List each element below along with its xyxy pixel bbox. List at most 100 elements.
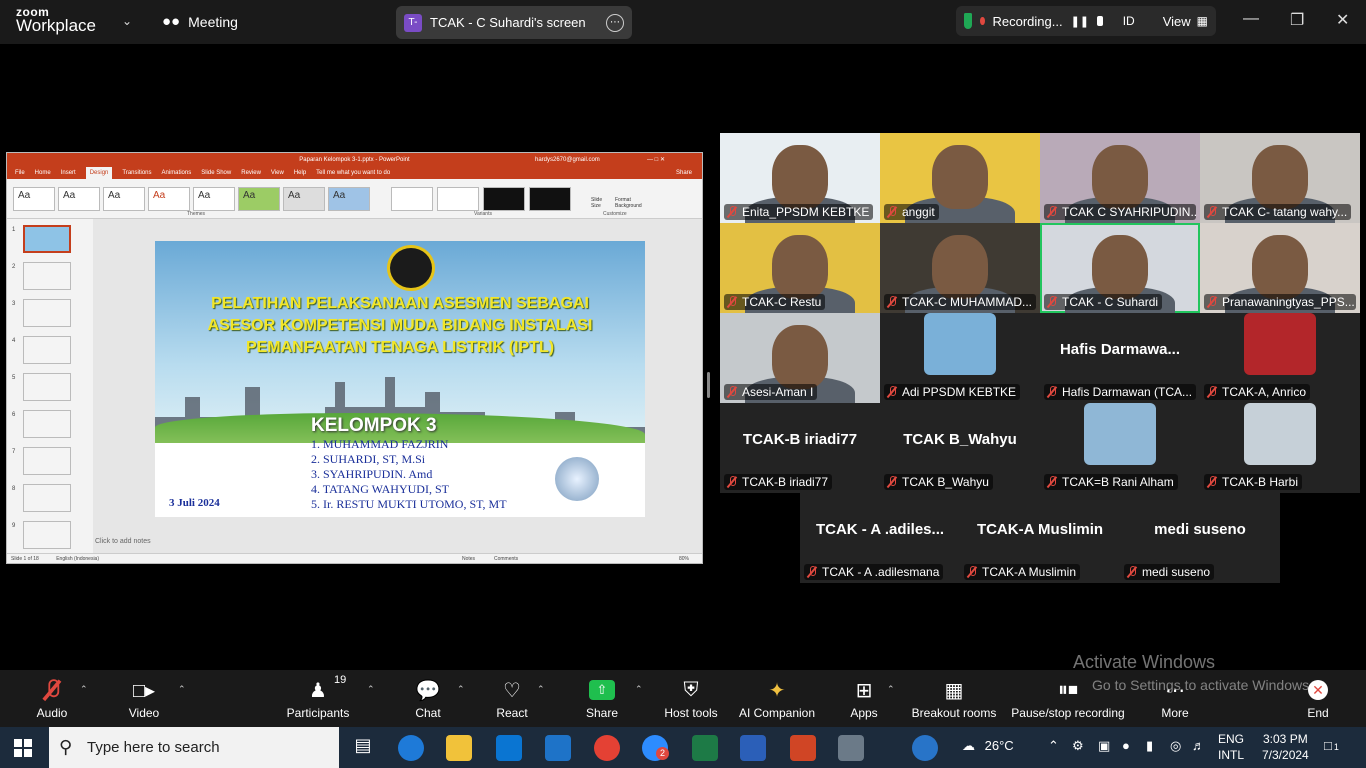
share-options-chevron-icon[interactable]: ⌃ bbox=[635, 684, 643, 695]
apps-button[interactable]: ⊞ Apps bbox=[846, 676, 882, 721]
ppt-menu-item[interactable]: File bbox=[15, 167, 25, 179]
weather-widget[interactable]: ☁ 26°C bbox=[962, 738, 1014, 754]
participant-tile[interactable]: TCAK-C MUHAMMAD... bbox=[880, 223, 1040, 313]
participant-tile[interactable]: TCAK-B iriadi77 TCAK-B iriadi77 bbox=[720, 403, 880, 493]
meeting-menu[interactable]: ●● Meeting bbox=[162, 13, 238, 30]
powerpoint-icon[interactable] bbox=[790, 735, 816, 761]
mail-icon[interactable] bbox=[545, 735, 571, 761]
ppt-menu-item[interactable]: Review bbox=[241, 167, 261, 179]
slide-thumbnails[interactable]: 1 2 3 4 5 6 7 8 9 bbox=[7, 219, 93, 553]
participant-tile[interactable]: TCAK-B Harbi bbox=[1200, 403, 1360, 493]
audio-options-chevron-icon[interactable]: ⌃ bbox=[80, 684, 88, 695]
participant-tile[interactable]: Hafis Darmawa... Hafis Darmawan (TCA... bbox=[1040, 313, 1200, 403]
slide-thumbnail[interactable] bbox=[23, 373, 71, 401]
notifications-icon[interactable]: □ 1 bbox=[1324, 738, 1339, 753]
slide-thumbnail[interactable] bbox=[23, 336, 71, 364]
react-options-chevron-icon[interactable]: ⌃ bbox=[537, 684, 545, 695]
variant-thumb[interactable] bbox=[483, 187, 525, 211]
participant-tile[interactable]: Asesi-Aman I bbox=[720, 313, 880, 403]
slide-size-button[interactable]: Slide Size bbox=[591, 197, 611, 209]
ppt-window-controls[interactable]: — □ ✕ bbox=[647, 153, 665, 167]
shared-powerpoint[interactable]: Paparan Kelompok 3-1.pptx - PowerPoint h… bbox=[6, 152, 703, 564]
ppt-share-button[interactable]: Share bbox=[676, 167, 692, 179]
variant-thumb[interactable] bbox=[391, 187, 433, 211]
shared-screen-pill[interactable]: T- TCAK - C Suhardi's screen ⋯ bbox=[396, 6, 632, 39]
video-button[interactable]: □▸ Video bbox=[122, 676, 166, 721]
chrome-icon[interactable] bbox=[594, 735, 620, 761]
notes-placeholder[interactable]: Click to add notes bbox=[95, 538, 151, 545]
edge-icon[interactable] bbox=[398, 735, 424, 761]
notes-button[interactable]: Notes bbox=[462, 554, 475, 563]
participant-tile[interactable]: TCAK-A Muslimin TCAK-A Muslimin bbox=[960, 493, 1120, 583]
participant-tile[interactable]: TCAK C SYAHRIPUDIN... bbox=[1040, 133, 1200, 223]
breakout-rooms-button[interactable]: ▦ Breakout rooms bbox=[910, 676, 998, 721]
task-view-icon[interactable]: ▤ bbox=[350, 735, 376, 761]
volume-icon[interactable]: ♬ bbox=[1192, 738, 1205, 753]
slide-thumbnail[interactable] bbox=[23, 447, 71, 475]
gallery-divider-handle[interactable] bbox=[707, 372, 710, 398]
theme-thumb[interactable]: Aa bbox=[58, 187, 100, 211]
ppt-menu-item[interactable]: Slide Show bbox=[201, 167, 231, 179]
wifi-icon[interactable]: ◎ bbox=[1170, 738, 1181, 754]
participant-tile[interactable]: Adi PPSDM KEBTKE bbox=[880, 313, 1040, 403]
tray-app-icon[interactable]: ⚙ bbox=[1072, 738, 1084, 754]
participant-tile[interactable]: TCAK-A, Anrico bbox=[1200, 313, 1360, 403]
view-button[interactable]: View ▦ bbox=[1163, 14, 1208, 29]
participant-tile[interactable]: Enita_PPSDM KEBTKE bbox=[720, 133, 880, 223]
format-background-button[interactable]: Format Background bbox=[615, 197, 645, 209]
audio-button[interactable]: Audio bbox=[30, 676, 74, 720]
participant-tile[interactable]: TCAK C- tatang wahy... bbox=[1200, 133, 1360, 223]
slide-editor[interactable]: PELATIHAN PELAKSANAAN ASESMEN SEBAGAI AS… bbox=[93, 219, 702, 553]
share-button[interactable]: ⇧ Share bbox=[582, 676, 622, 720]
minimize-icon[interactable]: — bbox=[1243, 10, 1259, 28]
participant-tile[interactable]: TCAK - C Suhardi bbox=[1040, 223, 1200, 313]
microphone-icon[interactable]: ● bbox=[1122, 738, 1130, 753]
meeting-id-label[interactable]: ID bbox=[1123, 14, 1135, 28]
slide-thumbnail[interactable] bbox=[23, 225, 71, 253]
clock[interactable]: 3:03 PM 7/3/2024 bbox=[1262, 731, 1309, 763]
variant-thumb[interactable] bbox=[529, 187, 571, 211]
theme-thumb[interactable]: Aa bbox=[13, 187, 55, 211]
host-tools-button[interactable]: ⛨ Host tools bbox=[660, 676, 722, 721]
ppt-menu-item[interactable]: Tell me what you want to do bbox=[316, 167, 390, 179]
ppt-menu-item[interactable]: Help bbox=[294, 167, 306, 179]
theme-thumb[interactable]: Aa bbox=[328, 187, 370, 211]
windows-start-icon[interactable] bbox=[14, 739, 32, 757]
help-icon[interactable] bbox=[912, 735, 938, 761]
participant-tile[interactable]: TCAK=B Rani Alham bbox=[1040, 403, 1200, 493]
ai-companion-button[interactable]: ✦ AI Companion bbox=[736, 676, 818, 721]
video-options-chevron-icon[interactable]: ⌃ bbox=[178, 684, 186, 695]
stop-icon[interactable] bbox=[1097, 16, 1103, 26]
theme-thumb[interactable]: Aa bbox=[283, 187, 325, 211]
participants-options-chevron-icon[interactable]: ⌃ bbox=[367, 684, 375, 695]
participant-tile[interactable]: medi suseno medi suseno bbox=[1120, 493, 1280, 583]
excel-icon[interactable] bbox=[692, 735, 718, 761]
slide-canvas[interactable]: PELATIHAN PELAKSANAAN ASESMEN SEBAGAI AS… bbox=[155, 241, 645, 517]
chat-button[interactable]: 💬 Chat bbox=[408, 676, 448, 721]
zoom-taskbar-icon[interactable]: 2 bbox=[642, 735, 669, 761]
ppt-menu-item[interactable]: Insert bbox=[61, 167, 76, 179]
slide-thumbnail[interactable] bbox=[23, 410, 71, 438]
file-explorer-icon[interactable] bbox=[446, 735, 472, 761]
ppt-menu-item[interactable]: Home bbox=[35, 167, 51, 179]
theme-thumb[interactable]: Aa bbox=[238, 187, 280, 211]
ppt-menu-item[interactable]: Transitions bbox=[122, 167, 151, 179]
pause-icon[interactable]: ❚❚ bbox=[1071, 15, 1089, 28]
variant-thumb[interactable] bbox=[437, 187, 479, 211]
theme-thumb[interactable]: Aa bbox=[103, 187, 145, 211]
react-button[interactable]: ♡ React bbox=[492, 676, 532, 721]
slide-thumbnail[interactable] bbox=[23, 484, 71, 512]
zoom-level[interactable]: 80% bbox=[679, 554, 689, 563]
app-icon[interactable] bbox=[838, 735, 864, 761]
ppt-menu-item[interactable]: Design bbox=[85, 167, 113, 179]
slide-thumbnail[interactable] bbox=[23, 521, 71, 549]
zoom-logo[interactable]: zoom Workplace bbox=[16, 6, 96, 35]
theme-thumb[interactable]: Aa bbox=[148, 187, 190, 211]
restore-icon[interactable]: ❐ bbox=[1290, 10, 1304, 30]
theme-thumb[interactable]: Aa bbox=[193, 187, 235, 211]
microsoft-store-icon[interactable] bbox=[496, 735, 522, 761]
battery-icon[interactable]: ▮ bbox=[1146, 738, 1153, 754]
slide-thumbnail[interactable] bbox=[23, 299, 71, 327]
camera-icon[interactable]: ▣ bbox=[1098, 738, 1110, 754]
taskbar-search-box[interactable]: ⚲ Type here to search bbox=[49, 727, 339, 768]
